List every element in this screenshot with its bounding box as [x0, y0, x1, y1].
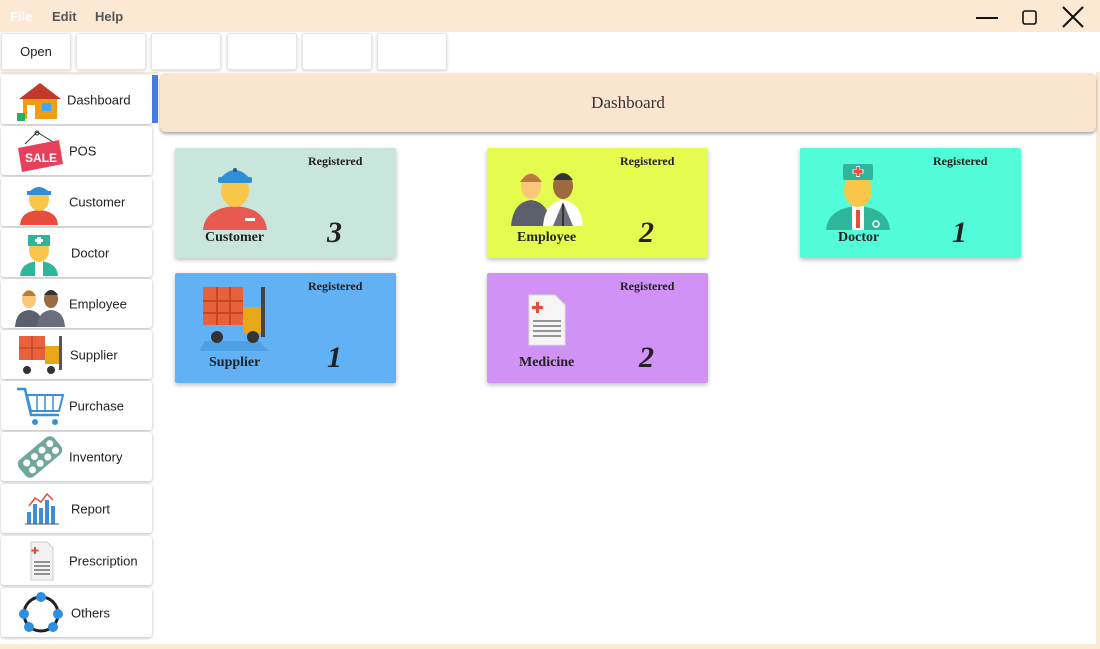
main-content: Dashboard Registered Customer 3 Register…: [158, 72, 1096, 644]
menu-edit[interactable]: Edit: [52, 9, 77, 24]
svg-text:SALE: SALE: [25, 151, 57, 165]
sidebar-item-label: Purchase: [69, 398, 124, 413]
sidebar-item-label: Inventory: [69, 449, 123, 464]
sidebar-item-customer[interactable]: Customer: [1, 177, 152, 226]
sidebar-item-employee[interactable]: Employee: [1, 279, 152, 328]
sidebar-item-label: Employee: [69, 296, 127, 311]
toolbar-button-4[interactable]: [227, 33, 297, 70]
sidebar-item-others[interactable]: Others: [1, 588, 152, 637]
sidebar-item-purchase[interactable]: Purchase: [1, 381, 152, 430]
sidebar-item-report[interactable]: Report: [1, 484, 152, 533]
card-count: 2: [639, 341, 654, 374]
card-name: Customer: [205, 230, 265, 245]
toolbar-button-5[interactable]: [302, 33, 372, 70]
doctor-icon: [826, 164, 890, 230]
page-title: Dashboard: [160, 73, 1096, 132]
card-count: 3: [327, 216, 342, 249]
house-icon: [17, 83, 61, 121]
sidebar-item-inventory[interactable]: Inventory: [1, 432, 152, 481]
pills-icon: [17, 436, 63, 478]
card-registered-label: Registered: [308, 154, 363, 168]
employee-icon: [511, 173, 583, 226]
forklift-icon: [199, 287, 269, 351]
sidebar-item-pos[interactable]: SALE POS: [1, 126, 152, 175]
network-icon: [19, 592, 63, 633]
menu-help[interactable]: Help: [95, 9, 123, 24]
card-name: Supplier: [209, 355, 261, 370]
sidebar-item-dashboard[interactable]: Dashboard: [1, 75, 152, 124]
prescription-icon: [528, 294, 566, 346]
doctor-icon: [20, 235, 58, 276]
card-count: 2: [639, 216, 654, 249]
card-name: Doctor: [838, 230, 880, 245]
sidebar-item-supplier[interactable]: Supplier: [1, 330, 152, 379]
toolbar-button-6[interactable]: [377, 33, 447, 70]
sidebar-item-prescription[interactable]: Prescription: [1, 536, 152, 585]
cart-icon: [17, 387, 65, 425]
menu-bar: File Edit Help: [0, 0, 1100, 32]
sale-tag-icon: SALE: [18, 130, 63, 172]
toolbar-button-2[interactable]: [76, 33, 146, 70]
toolbar-button-3[interactable]: [151, 33, 221, 70]
sidebar-item-label: Doctor: [71, 245, 110, 260]
card-count: 1: [327, 341, 342, 374]
minimize-icon[interactable]: [972, 4, 1002, 30]
card-registered-label: Registered: [308, 279, 363, 293]
card-medicine[interactable]: Registered Medicine 2: [487, 273, 708, 383]
sidebar: Dashboard SALE POS Customer Doctor Emplo…: [0, 74, 158, 644]
sidebar-item-label: Report: [71, 501, 111, 516]
card-name: Employee: [517, 230, 577, 245]
card-registered-label: Registered: [933, 154, 988, 168]
toolbar: Open: [0, 32, 1100, 72]
sidebar-item-label: POS: [69, 143, 97, 158]
window-bottom-border: [0, 644, 1100, 649]
open-button[interactable]: Open: [1, 33, 71, 70]
forklift-icon: [19, 336, 62, 374]
card-supplier[interactable]: Registered Supplier 1: [175, 273, 396, 383]
customer-icon: [20, 187, 58, 225]
customer-icon: [203, 168, 267, 230]
sidebar-item-label: Others: [71, 605, 111, 620]
app-window: File Edit Help Open Dashboard SALE POS C…: [0, 0, 1100, 649]
card-employee[interactable]: Registered Employee 2: [487, 148, 708, 258]
close-icon[interactable]: [1057, 4, 1087, 30]
menu-file[interactable]: File: [10, 9, 32, 24]
card-count: 1: [952, 216, 967, 249]
employee-icon: [15, 290, 65, 327]
bar-chart-icon: [25, 492, 59, 525]
maximize-icon[interactable]: [1014, 4, 1044, 30]
sidebar-item-label: Supplier: [70, 347, 118, 362]
card-name: Medicine: [519, 355, 575, 370]
sidebar-item-label: Prescription: [69, 553, 138, 568]
card-registered-label: Registered: [620, 154, 675, 168]
prescription-icon: [30, 541, 54, 581]
sidebar-item-label: Dashboard: [67, 92, 131, 107]
sidebar-item-doctor[interactable]: Doctor: [1, 228, 152, 277]
card-registered-label: Registered: [620, 279, 675, 293]
card-doctor[interactable]: Registered Doctor 1: [800, 148, 1021, 258]
sidebar-item-label: Customer: [69, 194, 126, 209]
card-customer[interactable]: Registered Customer 3: [175, 148, 396, 258]
